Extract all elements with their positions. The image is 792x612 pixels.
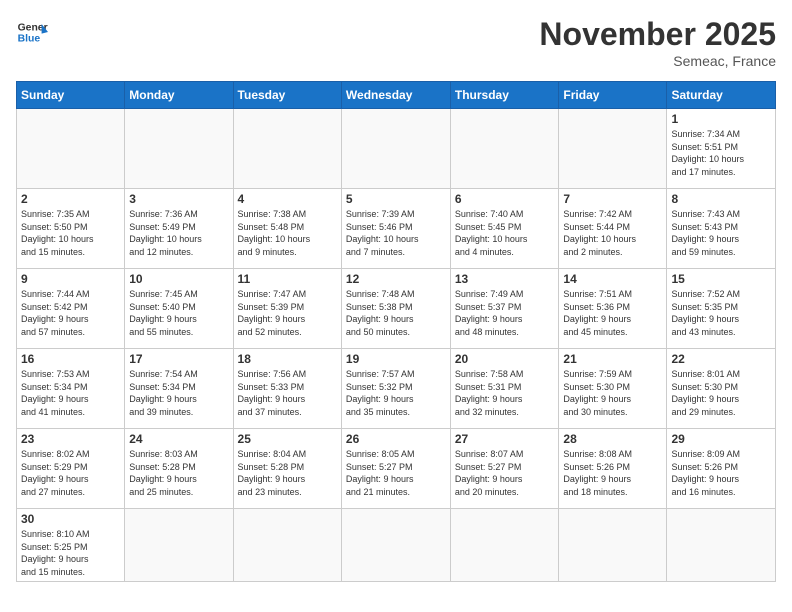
empty-cell	[341, 109, 450, 189]
day-1: 1 Sunrise: 7:34 AMSunset: 5:51 PMDayligh…	[667, 109, 776, 189]
day-19: 19 Sunrise: 7:57 AMSunset: 5:32 PMDaylig…	[341, 349, 450, 429]
calendar-row-1: 1 Sunrise: 7:34 AMSunset: 5:51 PMDayligh…	[17, 109, 776, 189]
header-thursday: Thursday	[450, 82, 559, 109]
day-7: 7 Sunrise: 7:42 AMSunset: 5:44 PMDayligh…	[559, 189, 667, 269]
day-17: 17 Sunrise: 7:54 AMSunset: 5:34 PMDaylig…	[125, 349, 233, 429]
logo-icon: General Blue	[16, 16, 48, 48]
header-tuesday: Tuesday	[233, 82, 341, 109]
day-11: 11 Sunrise: 7:47 AMSunset: 5:39 PMDaylig…	[233, 269, 341, 349]
day-20: 20 Sunrise: 7:58 AMSunset: 5:31 PMDaylig…	[450, 349, 559, 429]
day-24: 24 Sunrise: 8:03 AMSunset: 5:28 PMDaylig…	[125, 429, 233, 509]
header-friday: Friday	[559, 82, 667, 109]
day-5: 5 Sunrise: 7:39 AMSunset: 5:46 PMDayligh…	[341, 189, 450, 269]
day-9: 9 Sunrise: 7:44 AMSunset: 5:42 PMDayligh…	[17, 269, 125, 349]
empty-cell	[125, 109, 233, 189]
day-12: 12 Sunrise: 7:48 AMSunset: 5:38 PMDaylig…	[341, 269, 450, 349]
page-header: General Blue November 2025 Semeac, Franc…	[16, 16, 776, 69]
day-28: 28 Sunrise: 8:08 AMSunset: 5:26 PMDaylig…	[559, 429, 667, 509]
title-block: November 2025 Semeac, France	[539, 16, 776, 69]
day-30: 30 Sunrise: 8:10 AMSunset: 5:25 PMDaylig…	[17, 509, 125, 582]
calendar-row-3: 9 Sunrise: 7:44 AMSunset: 5:42 PMDayligh…	[17, 269, 776, 349]
empty-cell	[559, 109, 667, 189]
empty-cell	[233, 109, 341, 189]
empty-cell	[341, 509, 450, 582]
calendar-row-4: 16 Sunrise: 7:53 AMSunset: 5:34 PMDaylig…	[17, 349, 776, 429]
location: Semeac, France	[539, 53, 776, 69]
weekday-header-row: Sunday Monday Tuesday Wednesday Thursday…	[17, 82, 776, 109]
day-29: 29 Sunrise: 8:09 AMSunset: 5:26 PMDaylig…	[667, 429, 776, 509]
day-14: 14 Sunrise: 7:51 AMSunset: 5:36 PMDaylig…	[559, 269, 667, 349]
day-21: 21 Sunrise: 7:59 AMSunset: 5:30 PMDaylig…	[559, 349, 667, 429]
calendar-row-6: 30 Sunrise: 8:10 AMSunset: 5:25 PMDaylig…	[17, 509, 776, 582]
calendar-table: Sunday Monday Tuesday Wednesday Thursday…	[16, 81, 776, 582]
empty-cell	[559, 509, 667, 582]
empty-cell	[450, 109, 559, 189]
day-18: 18 Sunrise: 7:56 AMSunset: 5:33 PMDaylig…	[233, 349, 341, 429]
day-8: 8 Sunrise: 7:43 AMSunset: 5:43 PMDayligh…	[667, 189, 776, 269]
day-15: 15 Sunrise: 7:52 AMSunset: 5:35 PMDaylig…	[667, 269, 776, 349]
day-23: 23 Sunrise: 8:02 AMSunset: 5:29 PMDaylig…	[17, 429, 125, 509]
header-wednesday: Wednesday	[341, 82, 450, 109]
header-saturday: Saturday	[667, 82, 776, 109]
month-title: November 2025	[539, 16, 776, 53]
empty-cell	[233, 509, 341, 582]
header-sunday: Sunday	[17, 82, 125, 109]
calendar-row-2: 2 Sunrise: 7:35 AMSunset: 5:50 PMDayligh…	[17, 189, 776, 269]
day-26: 26 Sunrise: 8:05 AMSunset: 5:27 PMDaylig…	[341, 429, 450, 509]
calendar-row-5: 23 Sunrise: 8:02 AMSunset: 5:29 PMDaylig…	[17, 429, 776, 509]
svg-text:Blue: Blue	[18, 34, 41, 45]
day-25: 25 Sunrise: 8:04 AMSunset: 5:28 PMDaylig…	[233, 429, 341, 509]
day-13: 13 Sunrise: 7:49 AMSunset: 5:37 PMDaylig…	[450, 269, 559, 349]
day-2: 2 Sunrise: 7:35 AMSunset: 5:50 PMDayligh…	[17, 189, 125, 269]
empty-cell	[450, 509, 559, 582]
day-6: 6 Sunrise: 7:40 AMSunset: 5:45 PMDayligh…	[450, 189, 559, 269]
header-monday: Monday	[125, 82, 233, 109]
day-4: 4 Sunrise: 7:38 AMSunset: 5:48 PMDayligh…	[233, 189, 341, 269]
day-10: 10 Sunrise: 7:45 AMSunset: 5:40 PMDaylig…	[125, 269, 233, 349]
empty-cell	[17, 109, 125, 189]
day-3: 3 Sunrise: 7:36 AMSunset: 5:49 PMDayligh…	[125, 189, 233, 269]
empty-cell	[125, 509, 233, 582]
day-16: 16 Sunrise: 7:53 AMSunset: 5:34 PMDaylig…	[17, 349, 125, 429]
empty-cell	[667, 509, 776, 582]
day-27: 27 Sunrise: 8:07 AMSunset: 5:27 PMDaylig…	[450, 429, 559, 509]
day-22: 22 Sunrise: 8:01 AMSunset: 5:30 PMDaylig…	[667, 349, 776, 429]
logo: General Blue	[16, 16, 48, 48]
